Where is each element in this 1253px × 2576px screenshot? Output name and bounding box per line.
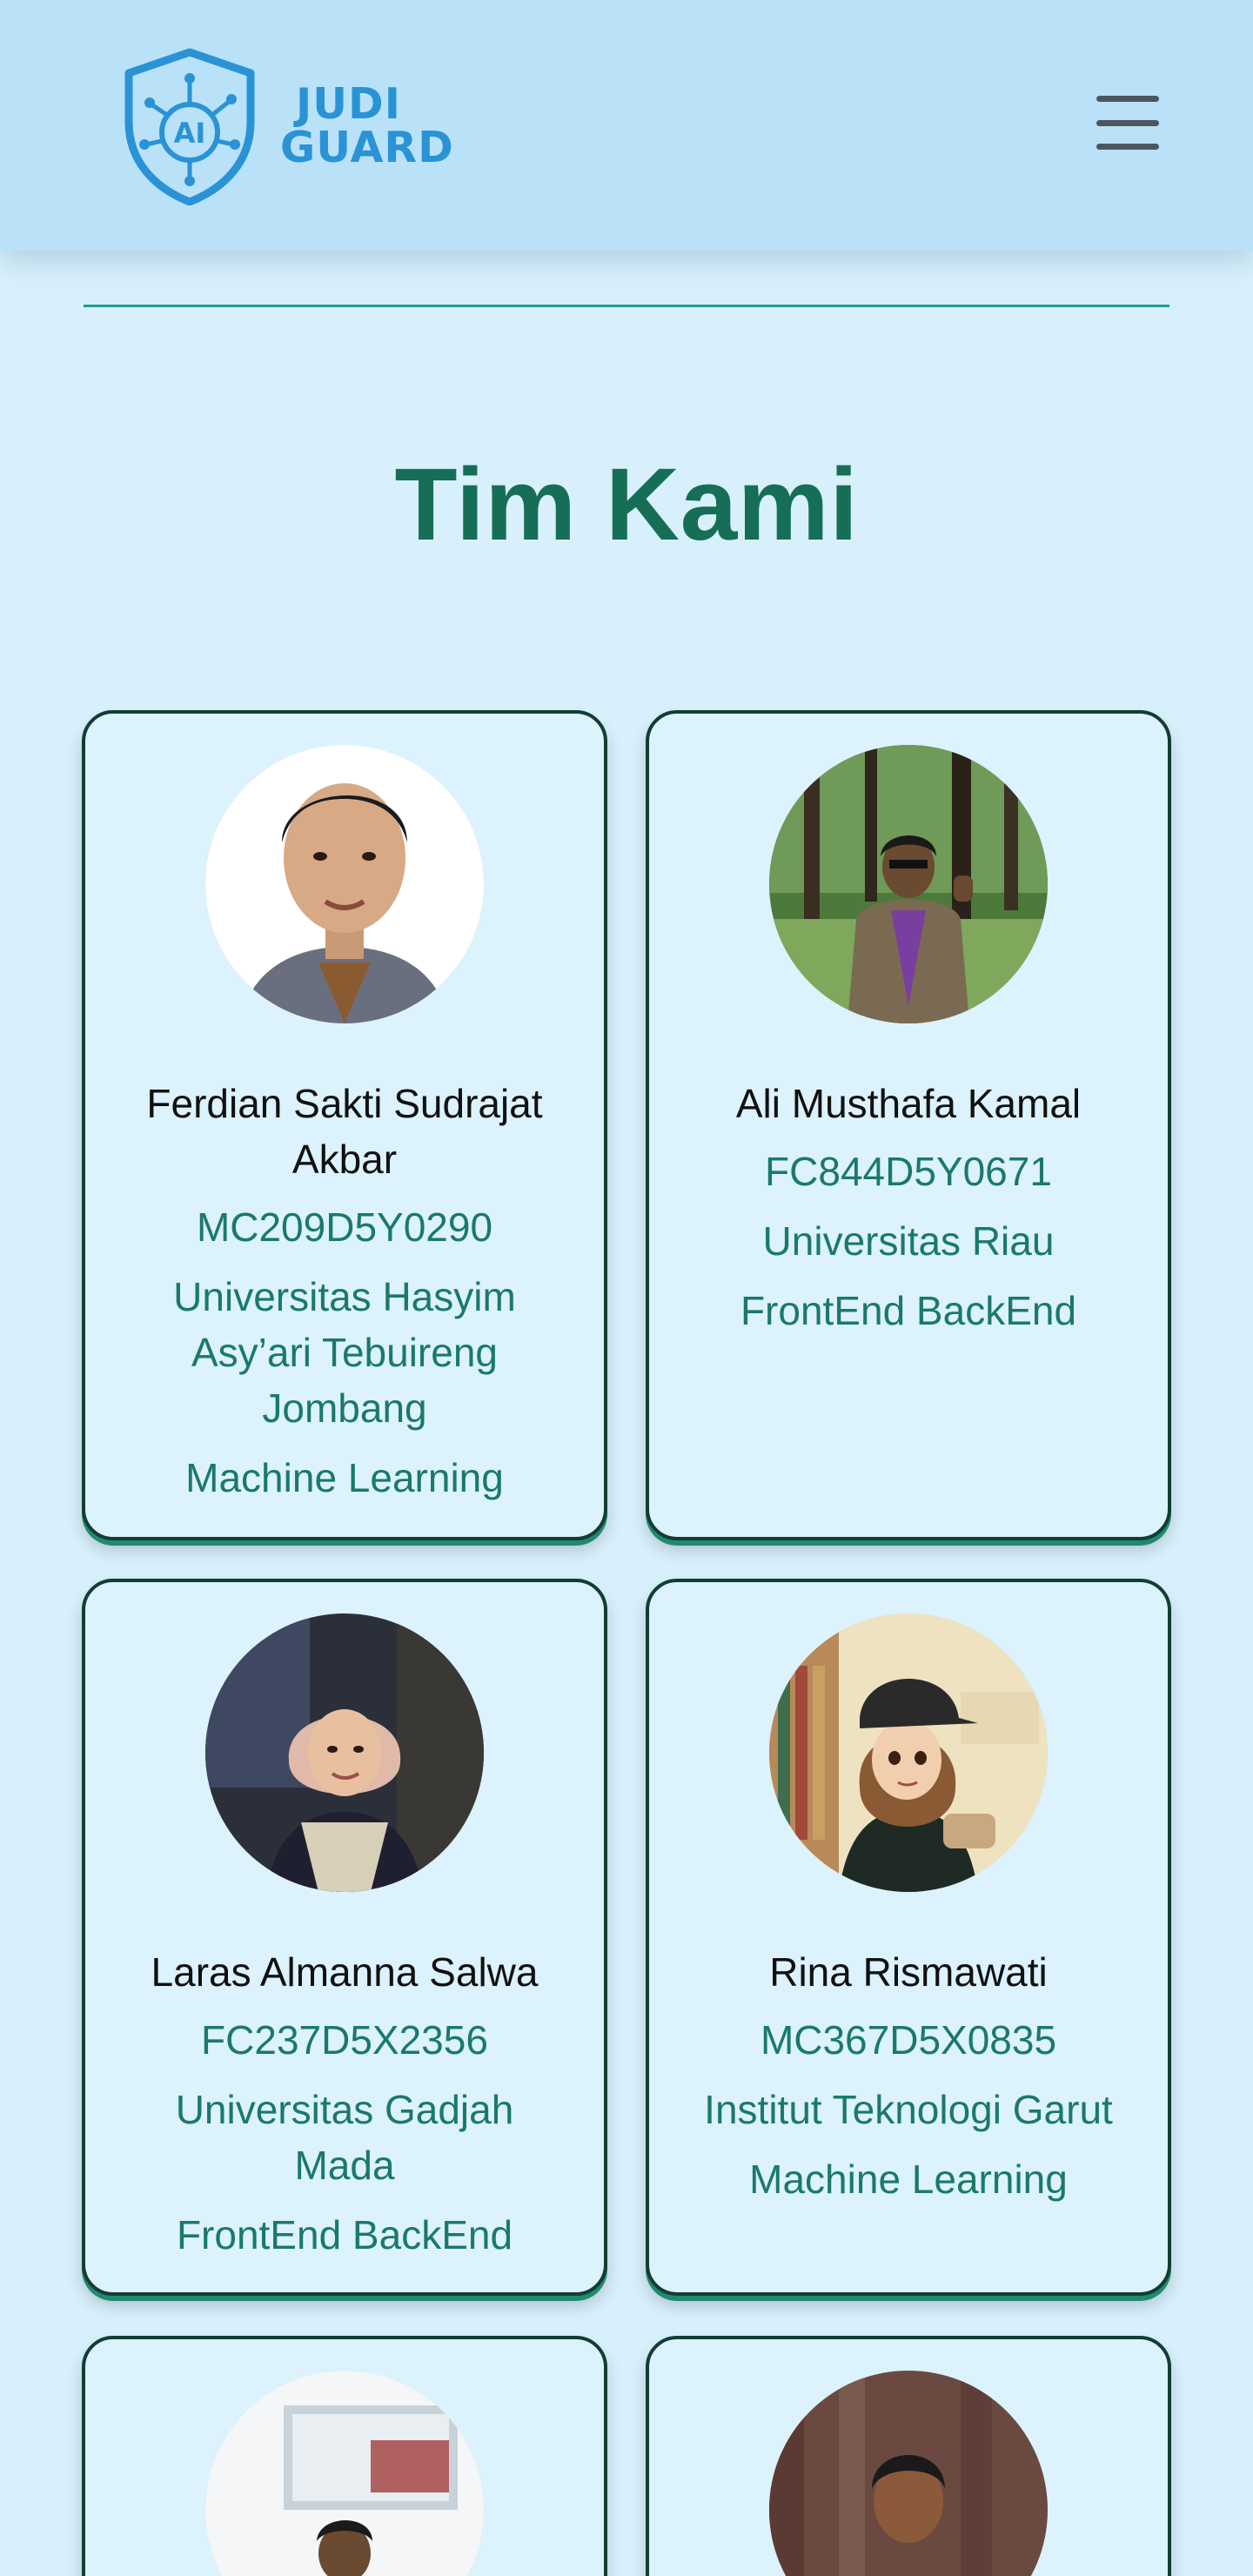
member-photo [205,2371,484,2576]
member-name: Ali Musthafa Kamal [735,1081,1082,1126]
team-page: AI JUDI GUARD Tim Kami Ferdian Sakti Sud… [0,0,1253,2576]
menu-bar [1096,96,1159,102]
brand-logo[interactable]: AI JUDI GUARD [122,47,454,205]
member-name: Rina Rismawati [769,1949,1048,1995]
team-member-card: Rina Rismawati MC367D5X0835 Institut Tek… [646,1579,1171,2296]
section-divider [84,305,1169,307]
member-photo [769,1613,1048,1892]
svg-text:AI: AI [174,117,206,150]
team-member-card: Ferdian Sakti Sudrajat Akbar MC209D5Y029… [82,710,607,1540]
member-university: Institut Teknologi Garut [704,2087,1113,2132]
menu-bar [1096,119,1159,126]
member-photo [205,1613,484,1892]
member-university: Universitas Gadjah Mada [175,2087,514,2188]
member-photo [769,2371,1048,2576]
team-member-card [646,2336,1171,2576]
menu-bar [1096,144,1159,150]
brand-wordmark: JUDI GUARD [280,83,454,170]
member-role: Machine Learning [185,1455,504,1500]
team-member-card: Ali Musthafa Kamal FC844D5Y0671 Universi… [646,710,1171,1540]
member-id: FC237D5X2356 [201,2017,488,2063]
member-id: MC209D5Y0290 [196,1204,493,1250]
brand-line-1: JUDI [296,79,401,129]
ai-shield-icon: AI [124,48,255,205]
navbar: AI JUDI GUARD [0,0,1253,251]
member-name: Ferdian Sakti Sudrajat Akbar [146,1081,543,1182]
member-id: FC844D5Y0671 [765,1149,1052,1194]
brand-line-2: GUARD [280,123,454,172]
hamburger-menu-icon[interactable] [1096,96,1159,150]
member-university: Universitas Hasyim Asy’ari Tebuireng Jom… [173,1274,516,1431]
member-role: FrontEnd BackEnd [176,2212,513,2257]
member-photo [205,745,484,1023]
team-member-card [82,2336,607,2576]
page-title: Tim Kami [394,447,859,562]
member-photo [769,745,1048,1023]
team-member-card: Laras Almanna Salwa FC237D5X2356 Univers… [82,1579,607,2296]
member-role: FrontEnd BackEnd [740,1288,1077,1333]
member-id: MC367D5X0835 [760,2017,1057,2063]
member-role: Machine Learning [749,2157,1068,2202]
member-name: Laras Almanna Salwa [151,1949,539,1995]
member-university: Universitas Riau [762,1218,1055,1264]
